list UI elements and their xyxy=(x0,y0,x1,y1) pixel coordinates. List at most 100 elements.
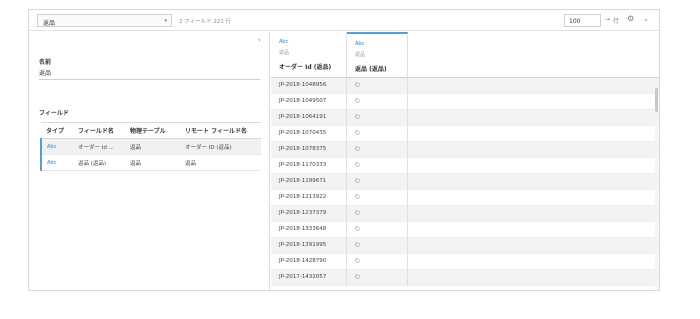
name-field[interactable]: 返品 xyxy=(39,68,260,80)
cell-value: JP-2018-1070435 xyxy=(279,130,327,136)
table-row[interactable]: JP-2018-1213922 ○ xyxy=(271,190,659,206)
physical-table-cell: 返品 xyxy=(125,154,180,171)
returned-cell[interactable]: ○ xyxy=(347,238,408,254)
returned-cell[interactable]: ○ xyxy=(347,126,408,142)
rows-label: 行 xyxy=(613,18,620,25)
cell-value: ○ xyxy=(355,82,360,88)
cell-value: JP-2018-1048956 xyxy=(279,82,327,88)
table-select[interactable]: 返品 ▾ xyxy=(37,14,172,27)
cell-value: JP-2018-1237379 xyxy=(279,210,327,216)
cell-value: JP-2018-1199671 xyxy=(279,178,327,184)
order-id-cell[interactable]: JP-2018-1064191 xyxy=(271,110,347,126)
returned-cell[interactable]: ○ xyxy=(347,110,408,126)
returned-cell[interactable]: ○ xyxy=(347,270,408,286)
table-row[interactable]: Abc オーダー Id ... 返品 オーダー ID (返品) xyxy=(40,138,261,155)
table-row[interactable]: JP-2018-1333648 ○ xyxy=(271,222,659,238)
rows-count-input[interactable]: 100 xyxy=(564,14,601,27)
order-id-cell[interactable]: JP-2018-1213922 xyxy=(271,190,347,206)
table-row[interactable]: JP-2018-1049507 ○ xyxy=(271,94,659,110)
rows-apply-icon[interactable]: → xyxy=(605,16,610,23)
collapse-panel-icon[interactable]: ‹ xyxy=(258,36,261,44)
data-source-panel: 返品 ▾ 2 フィールド 221 行 100 → 行 ⚙ ⌄ ‹ 名前 返品 フ… xyxy=(28,9,660,291)
toolbar: 返品 ▾ 2 フィールド 221 行 100 → 行 ⚙ ⌄ xyxy=(29,10,659,31)
order-id-cell[interactable]: JP-2018-1049507 xyxy=(271,94,347,110)
field-type-abc: Abc xyxy=(40,154,73,171)
table-row[interactable]: JP-2018-1170333 ○ xyxy=(271,158,659,174)
remote-field-cell: オーダー ID (返品) xyxy=(180,138,261,155)
type-abc-icon: Abc xyxy=(279,39,289,45)
returned-cell[interactable]: ○ xyxy=(347,158,408,174)
grid-column-header-returned[interactable]: Abc 返品 返品 (返品) xyxy=(347,32,408,78)
cell-value: ○ xyxy=(355,130,360,136)
order-id-cell[interactable]: JP-2017-1432057 xyxy=(271,270,347,286)
order-id-cell[interactable]: JP-2018-1170333 xyxy=(271,158,347,174)
table-row[interactable]: JP-2018-1064191 ○ xyxy=(271,110,659,126)
scrollbar-thumb[interactable] xyxy=(655,88,658,112)
cell-value: ○ xyxy=(355,242,360,248)
column-header-physical-table[interactable]: 物理テーブル xyxy=(125,122,180,139)
order-id-cell[interactable]: JP-2018-1333648 xyxy=(271,222,347,238)
grid-header: Abc 返品 オーダー Id (返品) Abc 返品 返品 (返品) xyxy=(271,32,659,78)
cell-value: ○ xyxy=(355,210,360,216)
field-row-summary: 2 フィールド 221 行 xyxy=(179,19,232,25)
column-header-type[interactable]: タイプ xyxy=(41,122,73,139)
cell-value: JP-2018-1213922 xyxy=(279,194,327,200)
order-id-cell[interactable]: JP-2018-1237379 xyxy=(271,206,347,222)
column-source: 返品 xyxy=(279,50,290,56)
cell-value: ○ xyxy=(355,258,360,264)
gear-icon[interactable]: ⚙ xyxy=(627,15,634,23)
name-label: 名前 xyxy=(39,59,52,66)
column-name: 返品 (返品) xyxy=(355,66,387,73)
table-row[interactable]: JP-2018-1070435 ○ xyxy=(271,126,659,142)
table-row[interactable]: JP-2017-1432057 ○ xyxy=(271,270,659,286)
cell-value: ○ xyxy=(355,146,360,152)
returned-cell[interactable]: ○ xyxy=(347,254,408,270)
order-id-cell[interactable]: JP-2018-1391995 xyxy=(271,238,347,254)
returned-cell[interactable]: ○ xyxy=(347,142,408,158)
table-row[interactable]: JP-2018-1237379 ○ xyxy=(271,206,659,222)
rows-count-value: 100 xyxy=(569,18,581,25)
table-row[interactable]: JP-2018-1078375 ○ xyxy=(271,142,659,158)
column-header-field-name[interactable]: フィールド名 xyxy=(73,122,125,139)
returned-cell[interactable]: ○ xyxy=(347,94,408,110)
chevron-down-icon[interactable]: ⌄ xyxy=(643,15,649,23)
column-source: 返品 xyxy=(355,52,366,58)
cell-value: ○ xyxy=(355,98,360,104)
table-row[interactable]: Abc 返品 (返品) 返品 返品 xyxy=(40,154,261,171)
returned-cell[interactable]: ○ xyxy=(347,206,408,222)
fields-label: フィールド xyxy=(39,110,69,117)
order-id-cell[interactable]: JP-2018-1428790 xyxy=(271,254,347,270)
cell-value: ○ xyxy=(355,274,360,280)
cell-value: JP-2017-1432057 xyxy=(279,274,327,280)
cell-value: ○ xyxy=(355,114,360,120)
order-id-cell[interactable]: JP-2018-1070435 xyxy=(271,126,347,142)
cell-value: JP-2018-1078375 xyxy=(279,146,327,152)
cell-value: ○ xyxy=(355,226,360,232)
field-name-cell[interactable]: オーダー Id ... xyxy=(73,138,125,155)
returned-cell[interactable]: ○ xyxy=(347,78,408,94)
order-id-cell[interactable]: JP-2018-1199671 xyxy=(271,174,347,190)
remote-field-cell: 返品 xyxy=(180,154,261,171)
returned-cell[interactable]: ○ xyxy=(347,190,408,206)
returned-cell[interactable]: ○ xyxy=(347,222,408,238)
field-metadata-panel: ‹ 名前 返品 フィールド タイプ フィールド名 物理テーブル リモート フィー… xyxy=(29,32,270,290)
column-name: オーダー Id (返品) xyxy=(279,64,332,71)
cell-value: JP-2018-1064191 xyxy=(279,114,327,120)
field-type-abc: Abc xyxy=(40,138,73,155)
field-name-cell[interactable]: 返品 (返品) xyxy=(73,154,125,171)
fields-table: タイプ フィールド名 物理テーブル リモート フィールド名 Abc オーダー I… xyxy=(40,122,261,171)
table-row[interactable]: JP-2018-1048956 ○ xyxy=(271,78,659,94)
caret-down-icon: ▾ xyxy=(164,18,167,24)
table-row[interactable]: JP-2018-1428790 ○ xyxy=(271,254,659,270)
table-select-value: 返品 xyxy=(43,20,56,27)
cell-value: JP-2018-1333648 xyxy=(279,226,327,232)
vertical-scrollbar[interactable] xyxy=(655,78,658,290)
column-header-remote-field-name[interactable]: リモート フィールド名 xyxy=(180,122,261,139)
table-row[interactable]: JP-2018-1391995 ○ xyxy=(271,238,659,254)
table-row[interactable]: JP-2018-1199671 ○ xyxy=(271,174,659,190)
order-id-cell[interactable]: JP-2018-1048956 xyxy=(271,78,347,94)
order-id-cell[interactable]: JP-2018-1078375 xyxy=(271,142,347,158)
returned-cell[interactable]: ○ xyxy=(347,174,408,190)
cell-value: JP-2018-1391995 xyxy=(279,242,327,248)
grid-column-header-order-id[interactable]: Abc 返品 オーダー Id (返品) xyxy=(271,32,347,78)
